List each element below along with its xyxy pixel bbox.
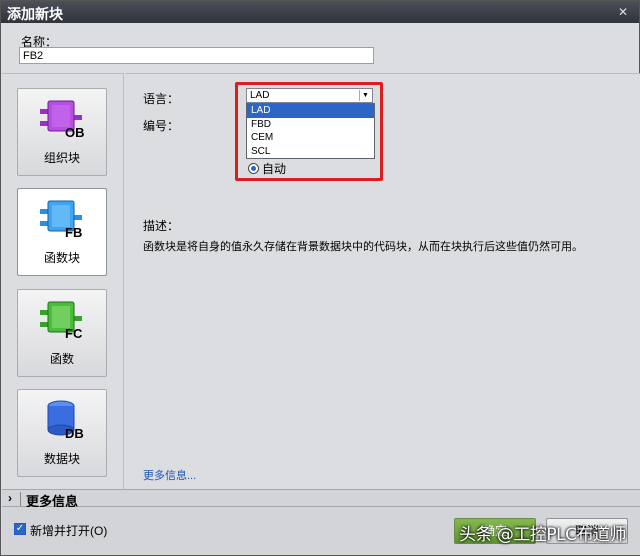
svg-text:DB: DB <box>65 426 84 441</box>
divider <box>20 492 21 506</box>
db-cylinder-icon: DB <box>47 400 84 441</box>
fc-block-icon: FC <box>40 301 83 341</box>
svg-text:FB: FB <box>65 225 82 240</box>
name-input[interactable] <box>19 47 374 64</box>
svg-text:FC: FC <box>65 326 83 341</box>
close-icon[interactable]: ✕ <box>615 5 631 19</box>
title-bar: 添加新块 ✕ <box>1 1 639 23</box>
block-type-db-label: 数据块 <box>43 452 80 466</box>
block-type-fb-button[interactable]: FB 函数块 <box>17 188 107 276</box>
window-title: 添加新块 <box>7 6 63 22</box>
add-and-open-checkbox[interactable]: ✓ <box>14 523 26 535</box>
block-type-ob-button[interactable]: OB 组织块 <box>17 88 107 176</box>
language-label: 语言： <box>143 92 180 106</box>
block-type-fb-label: 函数块 <box>43 251 80 265</box>
number-label: 编号： <box>143 119 180 133</box>
ob-block-icon: OB <box>40 100 85 140</box>
watermark-text: 头条 @工控PLC布道师 <box>459 525 627 545</box>
block-type-db-button[interactable]: DB 数据块 <box>17 389 107 477</box>
highlight-frame <box>235 82 383 181</box>
more-info-link[interactable]: 更多信息... <box>143 467 196 483</box>
block-type-fc-label: 函数 <box>49 352 74 366</box>
description-text: 函数块是将自身的值永久存储在背景数据块中的代码块，从而在块执行后这些值仍然可用。 <box>143 241 583 253</box>
description-label: 描述： <box>143 219 180 233</box>
chevron-right-icon[interactable]: › <box>8 491 12 505</box>
more-info-expander[interactable]: › 更多信息 <box>2 489 640 509</box>
add-and-open-label: 新增并打开(O) <box>30 524 108 538</box>
block-type-ob-label: 组织块 <box>43 151 80 165</box>
svg-text:OB: OB <box>65 125 85 140</box>
fb-block-icon: FB <box>40 200 82 240</box>
add-new-block-dialog: 添加新块 ✕ 名称： OB 组织块 FB 函数块 <box>0 0 640 556</box>
block-type-fc-button[interactable]: FC 函数 <box>17 289 107 377</box>
